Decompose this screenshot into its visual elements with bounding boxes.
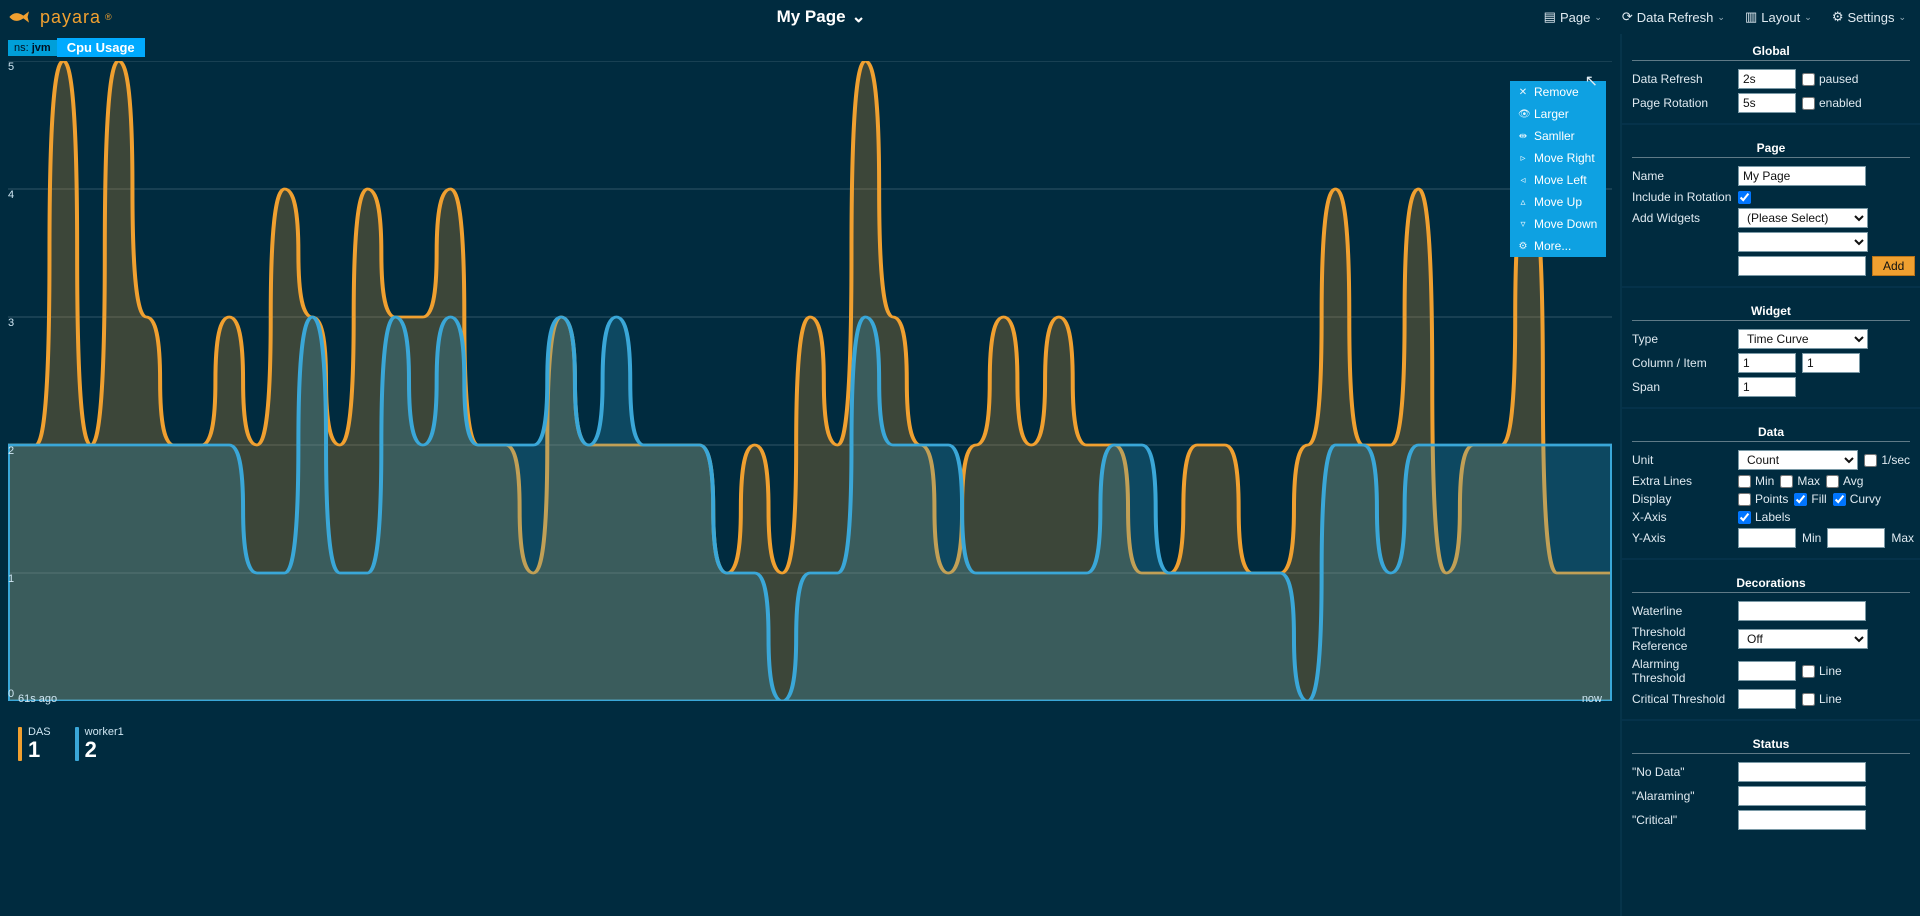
ytick-2: 2 (8, 445, 14, 457)
status-alarm-input[interactable] (1738, 786, 1866, 806)
ytick-0: 0 (8, 688, 14, 700)
section-widget: Widget (1632, 304, 1910, 318)
section-global: Global (1632, 44, 1910, 58)
chevron-down-icon: ⌄ (852, 7, 866, 27)
brand-text: payara (40, 7, 101, 28)
section-decorations: Decorations (1632, 576, 1910, 590)
waterline-input[interactable] (1738, 601, 1866, 621)
alarm-input[interactable] (1738, 661, 1796, 681)
widget-type-select[interactable]: Time Curve (1738, 329, 1868, 349)
nav-settings[interactable]: ⚙ Settings⌄ (1826, 5, 1912, 29)
legend: DAS 1 worker1 2 (8, 727, 1612, 762)
enabled-checkbox[interactable]: enabled (1802, 96, 1862, 110)
ns-badge: ns: jvm (8, 40, 57, 56)
menu-move-left[interactable]: ◃Move Left (1510, 169, 1606, 191)
legend-swatch-das (18, 727, 22, 761)
brand-logo: payara® (8, 6, 113, 28)
add-widget-select-2[interactable] (1738, 232, 1868, 252)
paused-checkbox[interactable]: paused (1802, 72, 1858, 86)
section-data: Data (1632, 425, 1910, 439)
nav-data-refresh[interactable]: ⟳ Data Refresh⌄ (1616, 5, 1731, 29)
fish-icon (8, 6, 36, 28)
unit-select[interactable]: Count (1738, 450, 1858, 470)
page-title[interactable]: My Page ⌄ (777, 7, 866, 27)
menu-smaller[interactable]: ⇹Samller (1510, 125, 1606, 147)
legend-worker: worker1 2 (75, 727, 124, 762)
section-status: Status (1632, 737, 1910, 751)
xaxis-right: now (1582, 693, 1602, 705)
page-rotation-input[interactable] (1738, 93, 1796, 113)
menu-move-up[interactable]: ▵Move Up (1510, 191, 1606, 213)
add-button[interactable]: Add (1872, 256, 1915, 276)
legend-swatch-worker (75, 727, 79, 761)
widget-col-input[interactable] (1738, 353, 1796, 373)
widget-item-input[interactable] (1802, 353, 1860, 373)
chart-svg (8, 61, 1612, 701)
chart-canvas: 5 4 3 2 1 0 61s ago now (8, 61, 1612, 701)
menu-remove[interactable]: ✕Remove (1510, 81, 1606, 103)
include-rotation-checkbox[interactable] (1738, 191, 1751, 204)
nav-page[interactable]: ▤ Page⌄ (1538, 5, 1608, 29)
add-widget-text[interactable] (1738, 256, 1866, 276)
page-name-input[interactable] (1738, 166, 1866, 186)
ytick-1: 1 (8, 573, 14, 585)
section-page: Page (1632, 141, 1910, 155)
ytick-5: 5 (8, 61, 14, 73)
thresh-ref-select[interactable]: Off (1738, 629, 1868, 649)
nav-layout[interactable]: ▥ Layout⌄ (1739, 5, 1818, 29)
chart-header: ns: jvm Cpu Usage (8, 38, 1612, 57)
ytick-4: 4 (8, 189, 14, 201)
crit-input[interactable] (1738, 689, 1796, 709)
ytick-3: 3 (8, 317, 14, 329)
menu-larger[interactable]: 👁Larger (1510, 103, 1606, 125)
top-nav: payara® My Page ⌄ ▤ Page⌄ ⟳ Data Refresh… (0, 0, 1920, 34)
legend-das: DAS 1 (18, 727, 51, 762)
global-refresh-input[interactable] (1738, 69, 1796, 89)
add-widget-select[interactable]: (Please Select) (1738, 208, 1868, 228)
settings-panel: Global Data Refresh paused Page Rotation… (1620, 34, 1920, 916)
chart-title-badge: Cpu Usage (57, 38, 145, 57)
status-nodata-input[interactable] (1738, 762, 1866, 782)
chart-area: ns: jvm Cpu Usage 5 4 3 2 1 0 (0, 34, 1620, 916)
per-sec-checkbox[interactable]: 1/sec (1864, 453, 1910, 467)
ymin-input[interactable] (1738, 528, 1796, 548)
widget-span-input[interactable] (1738, 377, 1796, 397)
ymax-input[interactable] (1827, 528, 1885, 548)
menu-move-right[interactable]: ▹Move Right (1510, 147, 1606, 169)
status-crit-input[interactable] (1738, 810, 1866, 830)
widget-context-menu: ✕Remove 👁Larger ⇹Samller ▹Move Right ◃Mo… (1510, 81, 1606, 257)
menu-more[interactable]: ⚙More... (1510, 235, 1606, 257)
page-title-text: My Page (777, 7, 846, 27)
menu-move-down[interactable]: ▿Move Down (1510, 213, 1606, 235)
xaxis-left: 61s ago (18, 693, 57, 705)
